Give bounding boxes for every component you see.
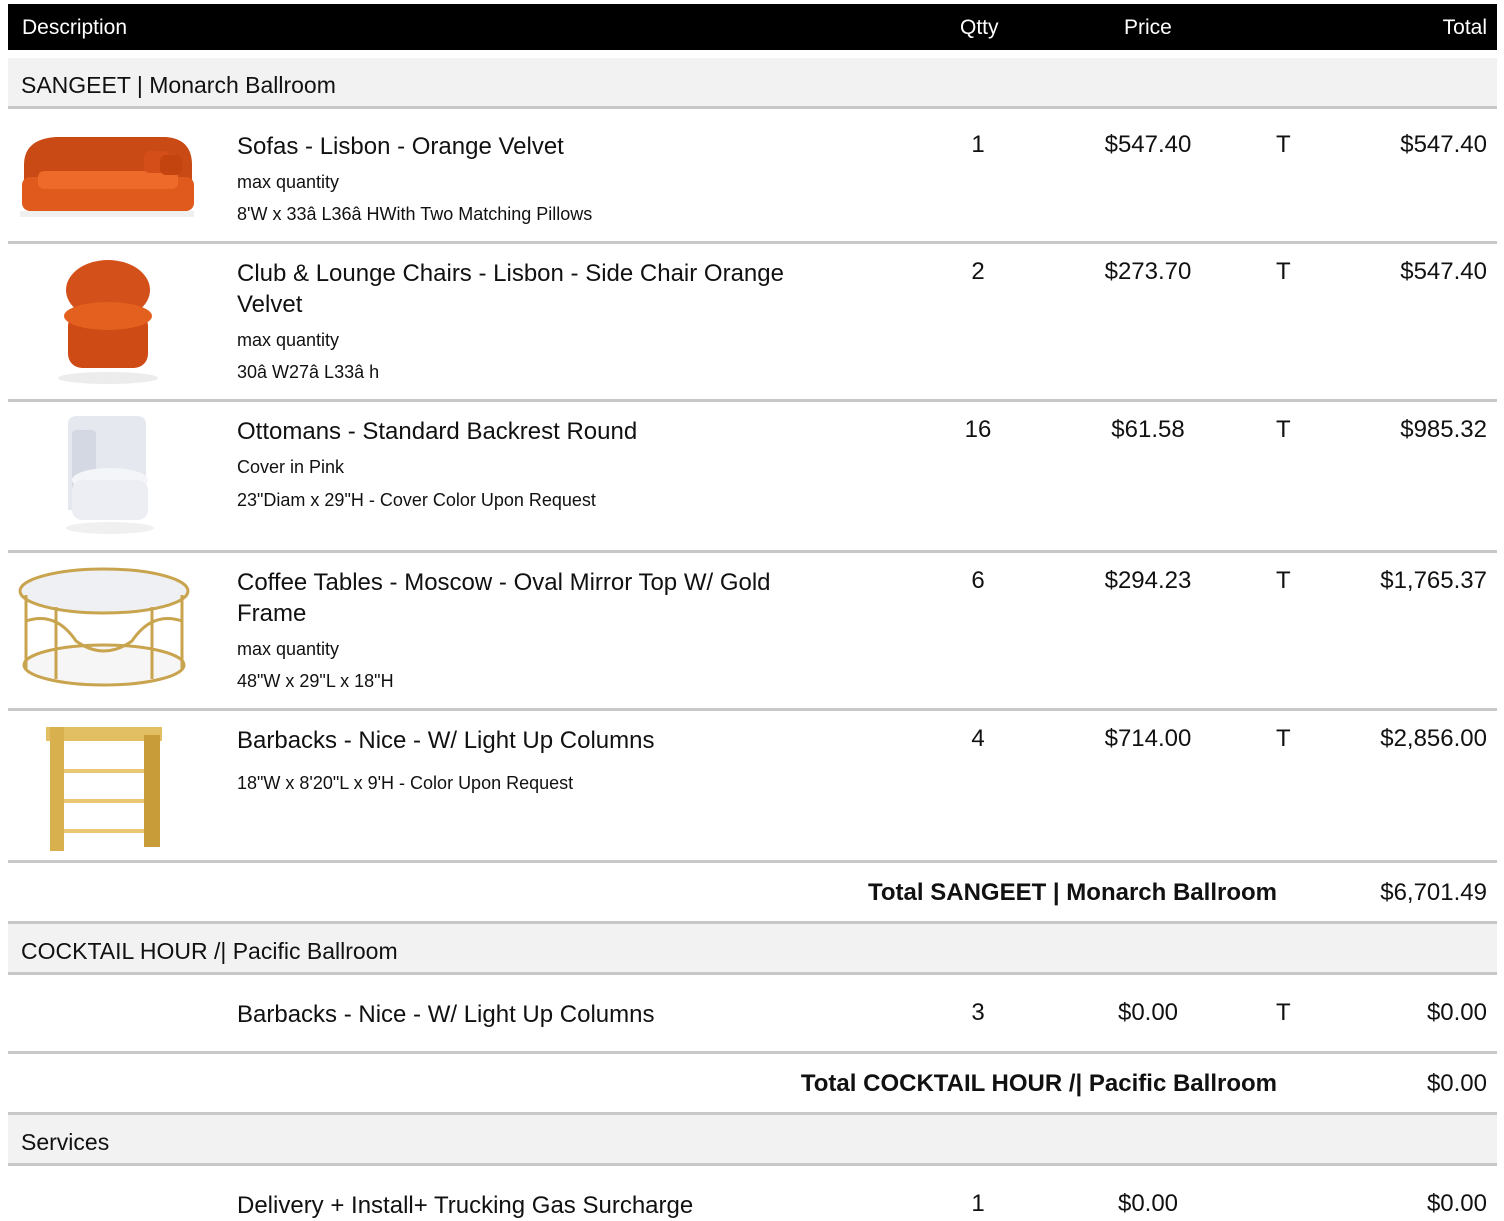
- item-details: 23"Diam x 29"H - Cover Color Upon Reques…: [237, 490, 596, 510]
- item-total: $0.00: [1426, 999, 1487, 1026]
- section-subtotal-amount: $0.00: [1426, 1070, 1487, 1097]
- column-header-price: Price: [1124, 16, 1172, 39]
- item-tax-flag: T: [1276, 258, 1291, 285]
- item-note: Cover in Pink: [237, 457, 345, 477]
- item-price: $714.00: [1104, 725, 1192, 752]
- item-total: $547.40: [1400, 258, 1487, 285]
- section-subtotal-label: Total COCKTAIL HOUR /| Pacific Ballroom: [800, 1070, 1277, 1097]
- item-total: $547.40: [1400, 131, 1487, 158]
- item-name: Sofas - Lisbon - Orange Velvet: [237, 133, 564, 160]
- item-price: $294.23: [1104, 567, 1192, 594]
- section-subtotal-row: Total SANGEET | Monarch Ballroom $6,701.…: [8, 863, 1497, 924]
- orange-velvet-sofa-image: [20, 137, 194, 217]
- item-name: Barbacks - Nice - W/ Light Up Columns: [237, 727, 655, 754]
- section-subtotal-row: Total COCKTAIL HOUR /| Pacific Ballroom …: [8, 1054, 1497, 1115]
- table-row: Ottomans - Standard Backrest Round Cover…: [8, 402, 1497, 553]
- item-total: $0.00: [1426, 1190, 1487, 1217]
- column-header-total: Total: [1442, 16, 1487, 39]
- item-qty: 1: [971, 1190, 985, 1217]
- gold-barback-image: [46, 727, 162, 851]
- item-qty: 4: [971, 725, 985, 752]
- item-price: $273.70: [1104, 258, 1192, 285]
- item-note: max quantity: [237, 330, 340, 350]
- item-total: $985.32: [1400, 416, 1487, 443]
- item-tax-flag: T: [1276, 999, 1291, 1026]
- table-row: Barbacks - Nice - W/ Light Up Columns 18…: [8, 711, 1497, 863]
- table-header: Description Qtty Price Total: [8, 4, 1497, 50]
- orange-side-chair-image: [58, 260, 158, 384]
- section-subtotal-amount: $6,701.49: [1380, 879, 1487, 906]
- table-row: Delivery + Install+ Trucking Gas Surchar…: [8, 1176, 1497, 1220]
- item-qty: 1: [971, 131, 985, 158]
- item-price: $61.58: [1111, 416, 1185, 443]
- item-qty: 2: [971, 258, 985, 285]
- table-row: Barbacks - Nice - W/ Light Up Columns 3 …: [8, 985, 1497, 1054]
- section-header: Services: [8, 1115, 1497, 1166]
- item-name: Barbacks - Nice - W/ Light Up Columns: [237, 1001, 655, 1028]
- section-header: SANGEET | Monarch Ballroom: [8, 58, 1497, 109]
- item-tax-flag: T: [1276, 725, 1291, 752]
- item-qty: 16: [964, 416, 992, 443]
- item-tax-flag: T: [1276, 131, 1291, 158]
- table-row: Coffee Tables - Moscow - Oval Mirror Top…: [8, 553, 1497, 711]
- item-total: $2,856.00: [1380, 725, 1487, 752]
- column-header-description: Description: [22, 16, 128, 39]
- item-price: $0.00: [1117, 1190, 1179, 1217]
- item-tax-flag: T: [1276, 567, 1291, 594]
- section-title: SANGEET | Monarch Ballroom: [21, 72, 336, 98]
- item-note: max quantity: [237, 639, 340, 659]
- section-title: COCKTAIL HOUR /| Pacific Ballroom: [21, 938, 398, 964]
- item-details: 18"W x 8'20"L x 9'H - Color Upon Request: [237, 773, 574, 793]
- item-total: $1,765.37: [1380, 567, 1487, 594]
- item-qty: 3: [971, 999, 985, 1026]
- item-tax-flag: T: [1276, 416, 1291, 443]
- item-price: $0.00: [1117, 999, 1179, 1026]
- item-details: 8'W x 33â L36â HWith Two Matching Pillow…: [237, 204, 593, 224]
- section-subtotal-label: Total SANGEET | Monarch Ballroom: [868, 879, 1277, 906]
- section-title: Services: [21, 1129, 110, 1155]
- item-name: Delivery + Install+ Trucking Gas Surchar…: [237, 1192, 694, 1219]
- item-name: Coffee Tables - Moscow - Oval Mirror Top…: [237, 569, 771, 627]
- item-qty: 6: [971, 567, 985, 594]
- item-details: 48"W x 29"L x 18"H: [237, 671, 394, 691]
- item-details: 30â W27â L33â h: [237, 362, 380, 382]
- item-price: $547.40: [1104, 131, 1192, 158]
- gold-oval-coffee-table-image: [18, 567, 190, 687]
- column-header-qtty: Qtty: [960, 16, 999, 39]
- table-row: Sofas - Lisbon - Orange Velvet max quant…: [8, 117, 1497, 244]
- item-note: max quantity: [237, 172, 340, 192]
- white-round-ottoman-image: [66, 416, 154, 534]
- section-header: COCKTAIL HOUR /| Pacific Ballroom: [8, 924, 1497, 975]
- table-row: Club & Lounge Chairs - Lisbon - Side Cha…: [8, 244, 1497, 402]
- item-name: Ottomans - Standard Backrest Round: [237, 418, 638, 445]
- item-name: Club & Lounge Chairs - Lisbon - Side Cha…: [237, 260, 784, 318]
